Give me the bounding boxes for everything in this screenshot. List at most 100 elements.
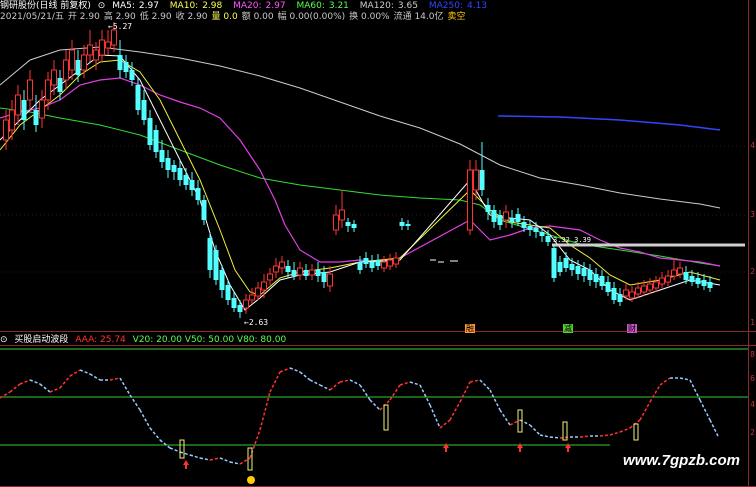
candle-body [339, 209, 345, 221]
candle-body [213, 250, 219, 280]
signal-box [179, 439, 185, 459]
candle-body [273, 265, 279, 273]
indicator-segment [109, 377, 121, 381]
quote-signal: 卖空 [447, 12, 466, 22]
candle-body [599, 276, 605, 286]
candle-body [9, 109, 15, 131]
candle-body [117, 55, 123, 70]
ma-legend: 钢研股份(日线 前复权) ⊙ MA5: 2.97 MA10: 2.98 MA20: 2… [0, 1, 495, 12]
quote-close: 收 2.90 [175, 12, 208, 22]
candle-body [39, 99, 45, 119]
ma120-readout: MA120: 3.65 [359, 1, 418, 11]
candle-body [539, 232, 545, 236]
candle-body [279, 261, 285, 269]
candle-body [393, 257, 399, 265]
candle-body [225, 285, 231, 300]
candle-body [201, 200, 207, 220]
candle-body [93, 49, 99, 61]
price-chart-canvas[interactable] [0, 0, 756, 487]
indicator-segment [639, 401, 651, 421]
indicator-segment [479, 379, 491, 391]
candle-body [467, 169, 473, 231]
candle-body [69, 49, 75, 71]
candle-body [189, 180, 195, 190]
candle-body [315, 270, 321, 276]
ma-toggle-icon[interactable]: ⊙ [98, 1, 106, 11]
indicator-toggle-icon[interactable]: ⊙ [0, 335, 8, 345]
indicator-segment [529, 424, 541, 436]
badge-reduce[interactable]: 减 [563, 324, 573, 333]
candle-body [87, 44, 93, 56]
ma60-line [0, 107, 721, 267]
price-gridlines [0, 145, 748, 273]
candle-body [527, 226, 533, 230]
candle-body [123, 62, 129, 72]
signal-box [383, 404, 389, 431]
axis-tick: 2 [750, 428, 755, 437]
flat-segments [430, 259, 458, 263]
candle-body [165, 158, 171, 170]
candle-body [351, 224, 357, 228]
indicator-segment [339, 379, 351, 383]
candle-body [545, 236, 551, 242]
indicator-segment [119, 377, 131, 396]
candle-body [267, 273, 273, 281]
indicator-segment [709, 419, 719, 437]
candle-body [707, 282, 713, 288]
indicator-segment [79, 369, 91, 375]
candle-body [111, 29, 117, 46]
candle-body [485, 205, 491, 212]
ma10-readout: MA10: 2.98 [169, 1, 223, 11]
quote-date: 2021/05/21/五 [0, 12, 64, 22]
candle-body [683, 272, 689, 280]
candle-body [303, 270, 309, 276]
candle-body [153, 130, 159, 152]
indicator-segment [549, 436, 561, 439]
axis-tick: 6 [750, 374, 755, 383]
badge-finance[interactable]: 财 [627, 324, 637, 333]
indicator-segment [469, 379, 481, 383]
indicator-segment [559, 436, 571, 439]
candle-body [641, 285, 647, 293]
candle-body [629, 291, 635, 299]
candle-body [237, 305, 243, 312]
candle-body [479, 170, 485, 190]
candle-body [141, 100, 147, 120]
indicator-segment [429, 404, 441, 429]
candle-body [689, 276, 695, 282]
candle-body [521, 222, 527, 228]
stock-title: 钢研股份(日线 前复权) [0, 1, 91, 11]
candle-body [509, 218, 515, 222]
candle-body [183, 175, 189, 185]
candlestick-series [3, 22, 713, 318]
candle-body [333, 214, 339, 231]
axis-tick: 8 [750, 350, 755, 359]
indicator-segment [279, 367, 291, 373]
candle-body [563, 258, 569, 268]
indicator-segment [149, 427, 161, 441]
indicator-segment [309, 379, 321, 386]
badge-margin[interactable]: 融 [465, 324, 475, 333]
axis-tick: 4 [750, 400, 755, 409]
candle-body [635, 287, 641, 295]
indicator-segment [439, 419, 451, 429]
candle-body [503, 211, 509, 221]
candle-body [381, 261, 387, 269]
quote-float: 流通 14.0亿 [393, 12, 444, 22]
axis-tick: 3 [750, 210, 755, 219]
ma250-readout: MA250: 4.13 [428, 1, 488, 11]
quote-open: 开 2.90 [67, 12, 100, 22]
axis-tick: 2 [750, 267, 755, 276]
candle-body [375, 260, 381, 266]
candle-body [327, 273, 333, 287]
indicator-segment [9, 383, 21, 393]
indicator-segment [89, 373, 101, 381]
candle-body [363, 258, 369, 264]
indicator-levels [0, 348, 748, 446]
ma5-readout: MA5: 2.97 [112, 1, 159, 11]
candle-body [291, 270, 297, 276]
indicator-levels-readout: V20: 20.00 V50: 50.00 V80: 80.00 [132, 335, 287, 345]
candle-body [357, 262, 363, 270]
indicator-segment [489, 389, 501, 411]
indicator-segment [39, 383, 51, 393]
